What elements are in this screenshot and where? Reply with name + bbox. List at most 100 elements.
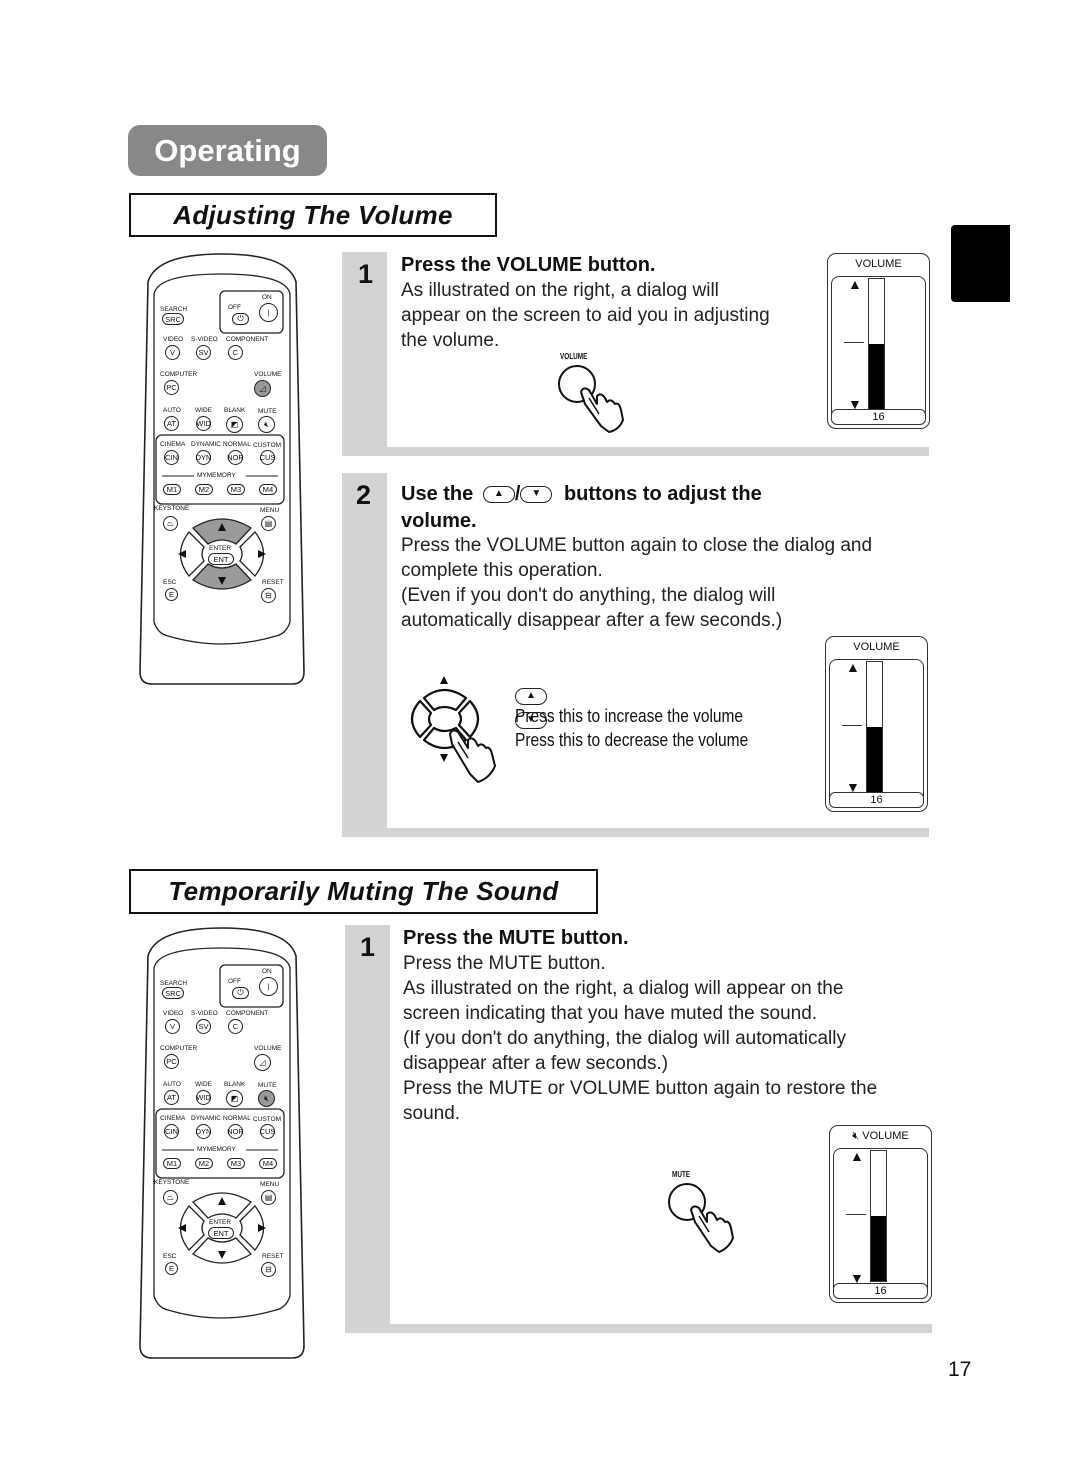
src-button[interactable]: SRC: [162, 987, 184, 999]
step-body-line: Press the VOLUME button again to close t…: [401, 535, 873, 556]
wide-button[interactable]: WID: [196, 416, 211, 431]
reset-button[interactable]: ⊟: [261, 1262, 276, 1277]
section-title-mute: Temporarily Muting The Sound: [129, 869, 598, 914]
remote-label-menu: MENU: [260, 507, 280, 514]
volume-level-fill: [869, 344, 884, 409]
auto-button[interactable]: AT: [164, 416, 179, 431]
menu-button[interactable]: ▤: [261, 1190, 276, 1205]
remote-label-custom: CUSTOM: [253, 1116, 282, 1123]
dynamic-button[interactable]: DYN: [196, 1124, 211, 1139]
blank-button[interactable]: ◩: [226, 1090, 243, 1107]
volume-up-triangle-icon: ▲: [850, 1148, 864, 1164]
step-body-line: Press the MUTE or VOLUME button again to…: [403, 1078, 878, 1099]
step-panel-bottom-bar: [342, 828, 929, 837]
remote-label-on: ON: [262, 294, 272, 301]
memory-3-button[interactable]: M3: [227, 484, 245, 495]
step-body-line: appear on the screen to aid you in adjus…: [401, 305, 770, 326]
step-number: 1: [360, 932, 376, 962]
enter-button[interactable]: ENT: [208, 1227, 234, 1239]
remote-label-video: VIDEO: [163, 1010, 184, 1017]
volume-dialog-title: VOLUME: [853, 641, 900, 653]
memory-2-button[interactable]: M2: [195, 484, 213, 495]
memory-4-button[interactable]: M4: [259, 484, 277, 495]
step-panel-bar: [342, 473, 387, 837]
volume-button[interactable]: ◿: [254, 380, 271, 397]
custom-button[interactable]: CUS: [260, 1124, 275, 1139]
remote-label-search: SEARCH: [160, 980, 188, 987]
dynamic-button[interactable]: DYN: [196, 450, 211, 465]
custom-button[interactable]: CUS: [260, 450, 275, 465]
step-body-line: Press the MUTE button.: [403, 953, 606, 974]
power-off-icon: ⏻: [237, 988, 244, 997]
memory-1-button[interactable]: M1: [163, 1158, 181, 1169]
remote-label-volume: VOLUME: [254, 1045, 282, 1052]
esc-button[interactable]: E: [165, 1262, 178, 1275]
memory-2-button[interactable]: M2: [195, 1158, 213, 1169]
memory-3-button[interactable]: M3: [227, 1158, 245, 1169]
volume-level-fill: [871, 1216, 886, 1281]
reset-button[interactable]: ⊟: [261, 588, 276, 603]
volume-value: 16: [829, 792, 924, 808]
step-body-line: screen indicating that you have muted th…: [403, 1003, 818, 1024]
normal-button[interactable]: NOR: [227, 450, 244, 465]
video-button[interactable]: V: [165, 1019, 180, 1034]
power-on-button[interactable]: |: [259, 303, 278, 322]
memory-1-button[interactable]: M1: [163, 484, 181, 495]
mute-button[interactable]: 🔇︎: [258, 1090, 275, 1107]
remote-label-mute: MUTE: [258, 408, 277, 415]
remote-label-esc: ESC: [163, 1253, 177, 1260]
computer-button[interactable]: PC: [164, 380, 179, 395]
remote-label-wide: WIDE: [195, 407, 212, 414]
mute-icon: 🔇︎: [263, 419, 270, 429]
volume-icon: ◿: [259, 1058, 266, 1067]
normal-button[interactable]: NOR: [227, 1124, 244, 1139]
keystone-button[interactable]: ⏢: [163, 1190, 178, 1205]
component-button[interactable]: C: [228, 1019, 243, 1034]
volume-midpoint-tick: [846, 1214, 866, 1215]
s-video-button[interactable]: SV: [196, 345, 211, 360]
volume-midpoint-tick: [842, 725, 862, 726]
s-video-button[interactable]: SV: [196, 1019, 211, 1034]
power-off-button[interactable]: ⏻: [232, 987, 249, 999]
cinema-button[interactable]: CIN: [164, 1124, 179, 1139]
step-body: As illustrated on the right, a dialog wi…: [401, 278, 811, 353]
menu-icon: ▤: [264, 1193, 273, 1202]
auto-button[interactable]: AT: [164, 1090, 179, 1105]
remote-label-off: OFF: [228, 978, 241, 985]
mute-icon: 🔇︎: [263, 1093, 270, 1103]
esc-button[interactable]: E: [165, 588, 178, 601]
heading-text: buttons to adjust the: [563, 483, 762, 505]
memory-4-button[interactable]: M4: [259, 1158, 277, 1169]
menu-button[interactable]: ▤: [261, 516, 276, 531]
power-off-button[interactable]: ⏻: [232, 313, 249, 325]
remote-label-auto: AUTO: [163, 407, 181, 414]
remote-label-on: ON: [262, 968, 272, 975]
enter-button[interactable]: ENT: [208, 553, 234, 565]
component-button[interactable]: C: [228, 345, 243, 360]
step-heading: Press the VOLUME button.: [401, 254, 656, 276]
video-button[interactable]: V: [165, 345, 180, 360]
step-body-line: disappear after a few seconds.): [403, 1053, 669, 1074]
blank-button[interactable]: ◩: [226, 416, 243, 433]
reset-icon: ⊟: [265, 1265, 272, 1274]
remote-label-search: SEARCH: [160, 306, 188, 313]
mute-button-press-illustration: MUTE: [660, 1170, 750, 1260]
mute-button[interactable]: 🔇︎: [258, 416, 275, 433]
remote-label-svideo: S-VIDEO: [191, 336, 218, 343]
remote-label-video: VIDEO: [163, 336, 184, 343]
src-button[interactable]: SRC: [162, 313, 184, 325]
computer-button[interactable]: PC: [164, 1054, 179, 1069]
reset-icon: ⊟: [265, 591, 272, 600]
wide-button[interactable]: WID: [196, 1090, 211, 1105]
step-body-line: sound.: [403, 1103, 461, 1124]
power-on-button[interactable]: |: [259, 977, 278, 996]
keystone-button[interactable]: ⏢: [163, 516, 178, 531]
step-body-line: complete this operation.: [401, 560, 603, 581]
volume-level-bar: [870, 1150, 887, 1282]
step-body-line: automatically disappear after a few seco…: [401, 610, 783, 631]
volume-button[interactable]: ◿: [254, 1054, 271, 1071]
volume-up-triangle-icon: ▲: [846, 659, 860, 675]
remote-label-volume: VOLUME: [254, 371, 282, 378]
cinema-button[interactable]: CIN: [164, 450, 179, 465]
volume-midpoint-tick: [844, 342, 864, 343]
